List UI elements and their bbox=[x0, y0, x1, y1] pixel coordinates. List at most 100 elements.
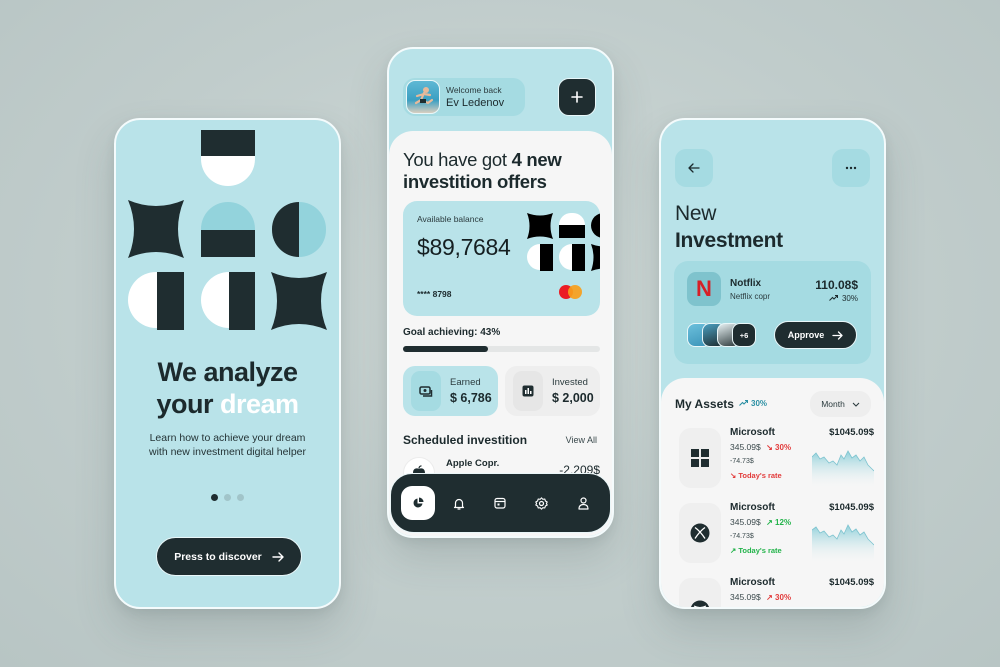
stat-invested-label: Invested bbox=[552, 377, 588, 388]
asset-delta: -74.73$ bbox=[730, 533, 754, 540]
card-white-left-half-2 bbox=[559, 244, 572, 270]
asset-price-line: 345.09$ ↘ 30% bbox=[730, 442, 791, 452]
pagination-dots bbox=[116, 494, 339, 501]
offer-price: 110.08$ bbox=[815, 278, 858, 292]
assets-change: 30% bbox=[739, 399, 767, 408]
asset-sparkline bbox=[812, 593, 874, 609]
card-white-half-circle bbox=[559, 213, 585, 225]
xbox-icon bbox=[679, 503, 721, 563]
asset-rate: ↘ Today's rate bbox=[730, 471, 782, 480]
asset-change: ↘ 30% bbox=[766, 443, 792, 452]
user-welcome-chip[interactable]: Welcome back Ev Ledenov bbox=[403, 78, 525, 116]
offers-prefix: You have got bbox=[403, 149, 507, 170]
asset-price: 345.09$ bbox=[730, 517, 761, 527]
stat-invested-value: $ 2,000 bbox=[552, 391, 594, 405]
asset-price: 345.09$ bbox=[730, 442, 761, 452]
welcome-text: Welcome back Ev Ledenov bbox=[446, 85, 504, 109]
asset-change-value: 12% bbox=[775, 518, 792, 527]
pagination-dot-3[interactable] bbox=[237, 494, 244, 501]
mastercard-icon bbox=[559, 285, 585, 299]
card-number: **** 8798 bbox=[417, 289, 452, 299]
offer-name: Notflix bbox=[730, 278, 762, 289]
shape-white-half-circle bbox=[201, 156, 255, 186]
period-value: Month bbox=[821, 399, 845, 409]
stat-earned-label: Earned bbox=[450, 377, 481, 388]
assets-title: My Assets bbox=[675, 397, 734, 411]
more-options-button[interactable] bbox=[832, 149, 870, 187]
shape-star-2 bbox=[271, 272, 327, 330]
nav-profile[interactable] bbox=[566, 486, 600, 520]
shape-dark-rect-mid bbox=[201, 230, 255, 257]
subtitle-line-1: Learn how to achieve your dream bbox=[149, 432, 306, 444]
asset-sparkline bbox=[812, 450, 874, 489]
subtitle-line-2: with new investment digital helper bbox=[149, 446, 306, 458]
investor-avatars[interactable]: +6 bbox=[687, 323, 756, 347]
arrow-left-icon bbox=[688, 163, 700, 173]
more-horizontal-icon bbox=[845, 166, 857, 170]
scheduled-item-name: Apple Copr. bbox=[446, 458, 500, 469]
asset-total: $1045.09$ bbox=[829, 577, 874, 588]
offers-count: 4 new bbox=[511, 149, 562, 170]
stat-earned[interactable]: Earned $ 6,786 bbox=[403, 366, 498, 416]
nav-calendar[interactable] bbox=[483, 486, 517, 520]
dashboard-screen: Welcome back Ev Ledenov You have got 4 n… bbox=[387, 47, 614, 538]
asset-change-value: 30% bbox=[775, 443, 792, 452]
headline-line-2: your dream bbox=[116, 388, 339, 420]
nav-notifications[interactable] bbox=[442, 486, 476, 520]
asset-name: Microsoft bbox=[730, 427, 775, 438]
asset-rate-label: Today's rate bbox=[738, 546, 782, 555]
card-black-rect bbox=[559, 225, 585, 238]
shape-dark-bar-2 bbox=[229, 272, 255, 330]
headline-word-dream: dream bbox=[219, 389, 299, 419]
asset-total: $1045.09$ bbox=[829, 502, 874, 513]
asset-change: ↗ 12% bbox=[766, 518, 792, 527]
user-avatar[interactable] bbox=[406, 80, 440, 114]
offer-company: Netflix copr bbox=[730, 292, 771, 301]
shape-dark-bar-1 bbox=[157, 272, 184, 330]
asset-price: 345.09$ bbox=[730, 592, 761, 602]
stat-earned-value: $ 6,786 bbox=[450, 391, 492, 405]
windows-icon bbox=[679, 428, 721, 488]
pagination-dot-2[interactable] bbox=[224, 494, 231, 501]
arrow-right-icon bbox=[272, 551, 284, 562]
add-button[interactable] bbox=[558, 78, 596, 116]
gear-icon bbox=[535, 496, 549, 510]
asset-delta: -74.73$ bbox=[730, 458, 754, 465]
asset-price-line: 345.09$ ↗ 12% bbox=[730, 517, 791, 527]
user-name: Ev Ledenov bbox=[446, 97, 505, 109]
goal-progress-bar bbox=[403, 346, 600, 352]
offer-change: 30% bbox=[829, 294, 858, 303]
approve-button[interactable]: Approve bbox=[774, 321, 857, 349]
stat-invested[interactable]: Invested $ 2,000 bbox=[505, 366, 600, 416]
pagination-dot-1[interactable] bbox=[211, 494, 218, 501]
asset-row[interactable]: Microsoft 345.09$ ↗ 12% -74.73$ ↗ Today'… bbox=[675, 501, 874, 566]
plus-icon bbox=[571, 91, 583, 103]
back-button[interactable] bbox=[675, 149, 713, 187]
bottom-nav bbox=[390, 473, 611, 533]
period-dropdown[interactable]: Month bbox=[810, 391, 871, 417]
nav-settings[interactable] bbox=[525, 486, 559, 520]
investment-title: New Investment bbox=[675, 200, 783, 254]
goal-progress-fill bbox=[403, 346, 488, 352]
user-icon bbox=[578, 496, 589, 510]
trend-up-icon bbox=[829, 295, 838, 301]
asset-name: Microsoft bbox=[730, 577, 775, 588]
nav-pie-chart[interactable] bbox=[400, 486, 435, 520]
press-to-discover-button[interactable]: Press to discover bbox=[156, 537, 302, 576]
asset-row[interactable]: Microsoft 345.09$ ↘ 30% -74.73$ ↘ Today'… bbox=[675, 426, 874, 491]
onboarding-screen: We analyze your dream Learn how to achie… bbox=[114, 118, 341, 609]
calendar-icon bbox=[494, 497, 507, 509]
asset-price-line: 345.09$ ↗ 30% bbox=[730, 592, 791, 602]
card-white-left-half-1 bbox=[527, 244, 540, 270]
discover-button-label: Press to discover bbox=[174, 550, 262, 563]
asset-name: Microsoft bbox=[730, 502, 775, 513]
approve-button-label: Approve bbox=[787, 330, 825, 340]
asset-row[interactable]: Microsoft 345.09$ ↗ 30% $1045.09$ bbox=[675, 576, 874, 609]
balance-card[interactable]: Available balance $89,7684 **** 8798 bbox=[403, 201, 600, 316]
offers-line-2-text: investition offers bbox=[403, 171, 547, 192]
arrow-right-icon bbox=[832, 330, 843, 340]
view-all-link[interactable]: View All bbox=[566, 435, 597, 445]
balance-value: $89,7684 bbox=[417, 234, 511, 260]
offers-line-1: You have got 4 new bbox=[403, 149, 562, 171]
investment-offer-card[interactable]: N Notflix Netflix copr 110.08$ 30% +6 Ap… bbox=[674, 261, 871, 364]
